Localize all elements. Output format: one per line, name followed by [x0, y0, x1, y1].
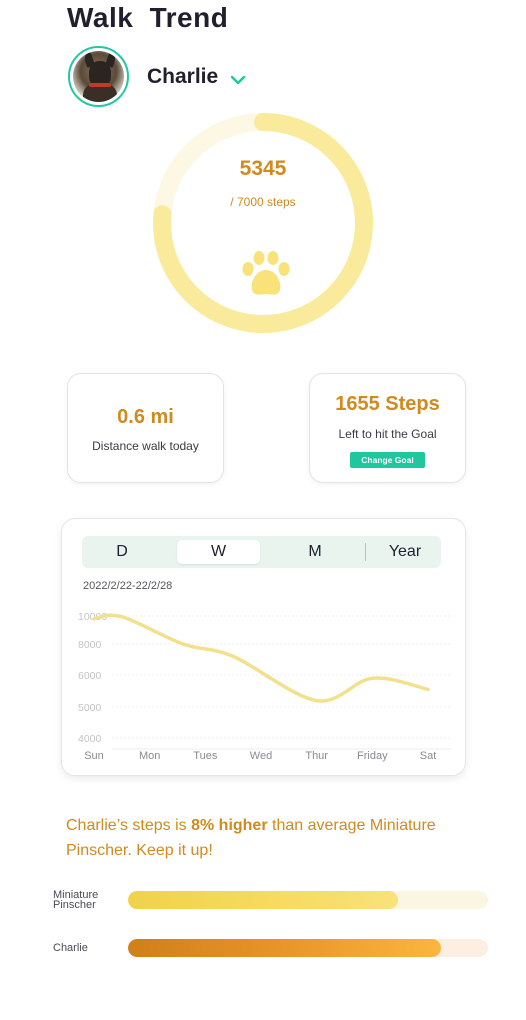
dog-photo — [73, 51, 124, 102]
x-tick-label: Sat — [420, 750, 437, 762]
x-tick-label: Thur — [305, 750, 328, 762]
x-tick-label: Mon — [139, 750, 160, 762]
y-tick-label: 6000 — [78, 670, 102, 682]
x-tick-label: Wed — [250, 750, 272, 762]
steps-line-chart: 100008000600050004000Sun Mon Tues Wed Thur Fr… — [78, 611, 452, 762]
change-goal-button[interactable]: Change Goal — [350, 452, 425, 468]
x-tick-label: Sun — [84, 750, 104, 762]
tab-week[interactable]: W — [177, 540, 260, 564]
date-range: 2022/2/22-22/2/28 — [83, 580, 173, 592]
distance-label: Distance walk today — [92, 439, 199, 453]
page-title: Walk Trend — [67, 2, 229, 33]
breed-average-fill — [128, 891, 398, 909]
breed-average-bar — [128, 891, 488, 909]
steps-left-value: 1655 Steps — [335, 393, 440, 415]
step-progress-ring — [153, 113, 373, 333]
chevron-down-icon[interactable] — [230, 75, 246, 85]
breed-bar-label: Miniature Pinscher — [53, 890, 123, 911]
pet-selector[interactable]: Charlie — [68, 46, 246, 107]
step-goal: / 7000 steps — [230, 195, 296, 209]
pet-name: Charlie — [147, 64, 219, 88]
y-tick-label: 4000 — [78, 733, 102, 745]
comparison-text: Charlie’s steps is 8% higher than averag… — [66, 813, 486, 863]
period-tabs: D W M Year — [82, 536, 441, 568]
avatar[interactable] — [68, 46, 129, 107]
tab-day[interactable]: D — [102, 536, 142, 568]
comparison-prefix: Charlie’s steps is — [66, 817, 192, 834]
pet-bar-label: Charlie — [53, 942, 88, 954]
steps-left-card: 1655 Steps Left to hit the Goal Change G… — [309, 373, 466, 483]
y-tick-label: 5000 — [78, 702, 102, 714]
tab-month[interactable]: M — [295, 536, 335, 568]
pet-steps-bar — [128, 939, 488, 957]
distance-card: 0.6 mi Distance walk today — [67, 373, 224, 483]
comparison-highlight: 8% higher — [191, 817, 268, 834]
steps-left-label: Left to hit the Goal — [338, 427, 437, 441]
tab-year[interactable]: Year — [380, 536, 430, 568]
x-tick-label: Friday — [357, 750, 388, 762]
tab-divider — [365, 543, 366, 561]
breed-label-line2: Pinscher — [53, 899, 96, 911]
y-tick-label: 8000 — [78, 639, 102, 651]
paw-icon — [242, 251, 290, 295]
pet-steps-fill — [128, 939, 442, 957]
step-count: 5345 — [239, 157, 287, 180]
x-tick-label: Tues — [193, 750, 218, 762]
steps-series-line — [92, 613, 430, 703]
walk-trend-card: D W M Year 2022/2/22-22/2/28 10000 8000 60… — [61, 518, 466, 776]
distance-value: 0.6 mi — [117, 406, 174, 428]
